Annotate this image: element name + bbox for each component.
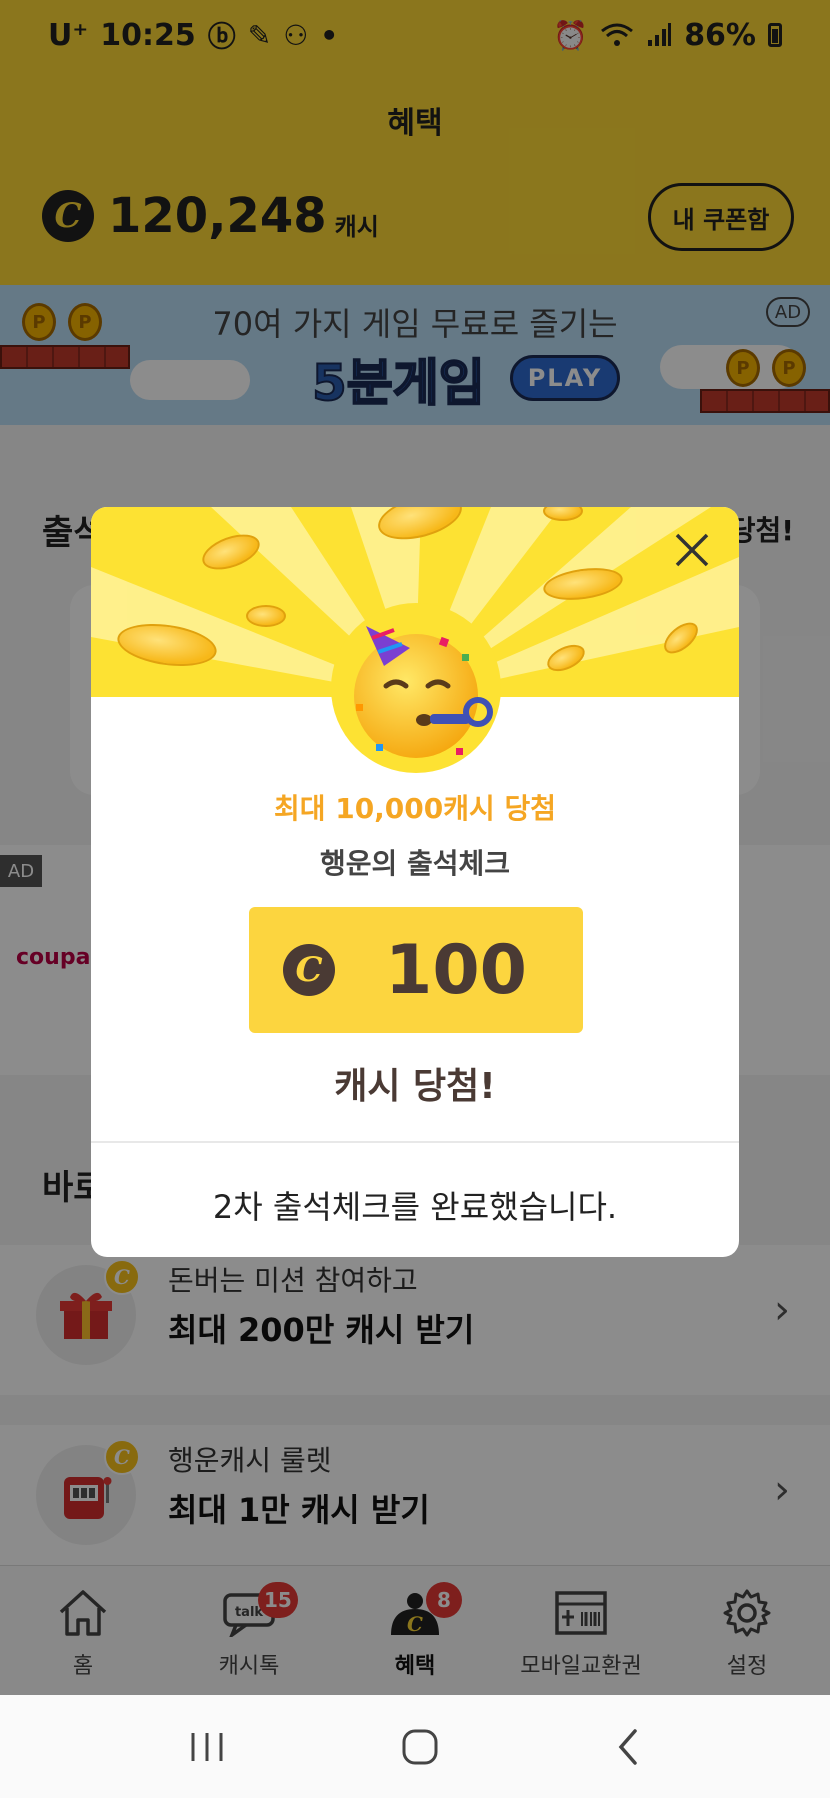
prize-amount-box: C 100	[249, 907, 583, 1033]
gold-coin-decoration	[246, 605, 286, 627]
cash-coin-icon: C	[283, 944, 335, 996]
recent-apps-icon[interactable]	[187, 1729, 227, 1765]
home-button-icon[interactable]	[400, 1727, 440, 1767]
prize-amount: 100	[385, 930, 527, 1010]
win-message: 캐시 당첨!	[334, 1066, 496, 1107]
completion-message: 2차 출석체크를 완료했습니다.	[212, 1188, 618, 1226]
max-prize-label: 최대 10,000캐시 당첨	[273, 792, 557, 825]
attendance-reward-dialog: 최대 10,000캐시 당첨 행운의 출석체크 C 100 캐시 당첨! 2차 …	[91, 507, 739, 1257]
close-button[interactable]	[667, 525, 717, 575]
close-icon	[675, 533, 709, 567]
party-face-icon	[354, 626, 493, 758]
back-icon[interactable]	[613, 1727, 643, 1767]
dialog-divider	[91, 1141, 739, 1143]
system-navigation-bar	[0, 1695, 830, 1798]
party-emoji-wrap	[331, 603, 501, 773]
event-name: 행운의 출석체크	[319, 847, 511, 880]
